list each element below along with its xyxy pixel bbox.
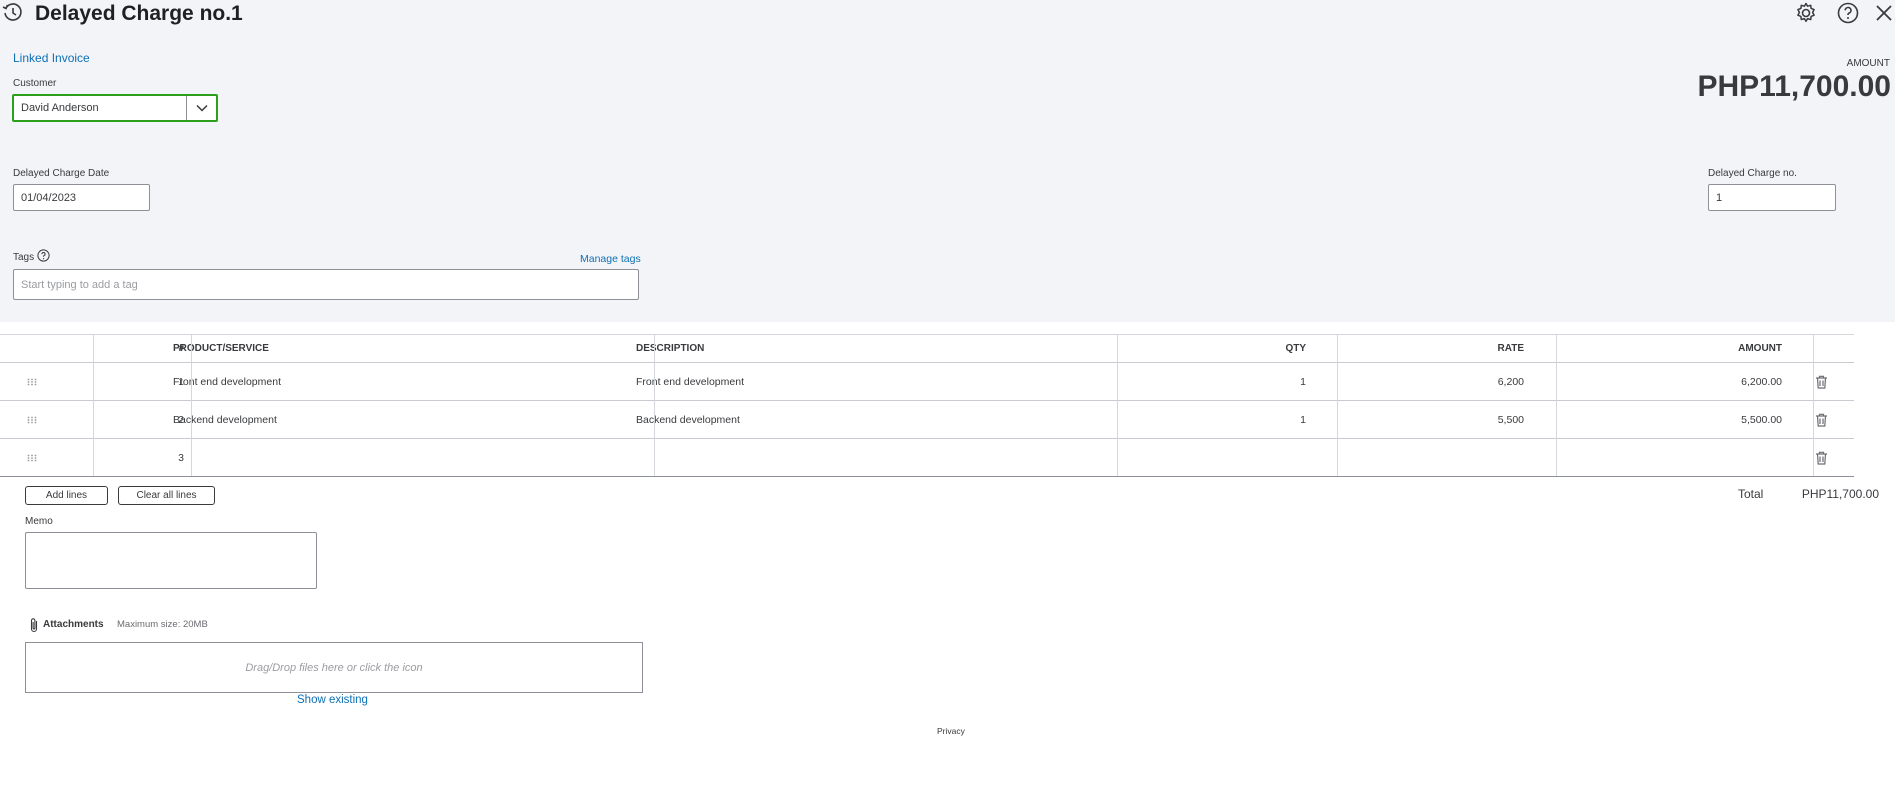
charge-no-input[interactable]: 1: [1708, 184, 1836, 211]
attachments-max-size: Maximum size: 20MB: [117, 619, 208, 630]
row-product[interactable]: Front end development: [173, 363, 623, 400]
delayed-charge-clock-icon: [2, 3, 22, 21]
row-rate[interactable]: 6,200: [1320, 363, 1524, 400]
row-num: 2: [178, 413, 184, 426]
charge-no-label: Delayed Charge no.: [1708, 168, 1797, 179]
column-divider: [93, 334, 94, 476]
clear-all-lines-button[interactable]: Clear all lines: [118, 486, 215, 505]
privacy-link[interactable]: Privacy: [937, 726, 965, 736]
customer-select[interactable]: David Anderson: [12, 94, 218, 122]
close-icon[interactable]: [1872, 1, 1895, 25]
table-row[interactable]: 3: [0, 439, 1854, 477]
trash-icon: [1816, 375, 1827, 389]
drag-handle[interactable]: [27, 363, 39, 400]
trash-icon: [1816, 451, 1827, 465]
date-input[interactable]: 01/04/2023: [13, 184, 150, 211]
col-header-num: #: [178, 343, 184, 354]
col-header-product: PRODUCT/SERVICE: [173, 343, 269, 354]
row-amount[interactable]: [1540, 439, 1782, 476]
total-label: Total: [1738, 487, 1764, 501]
row-amount[interactable]: 6,200.00: [1540, 363, 1782, 400]
customer-value[interactable]: David Anderson: [14, 102, 186, 114]
column-divider: [1556, 334, 1557, 476]
col-header-rate: RATE: [1497, 343, 1524, 354]
page-title: Delayed Charge no.1: [35, 2, 243, 25]
drag-handle[interactable]: [27, 401, 39, 438]
chevron-down-icon: [195, 104, 208, 112]
row-description[interactable]: Backend development: [636, 401, 1086, 438]
row-product[interactable]: [173, 439, 623, 476]
customer-dropdown-toggle[interactable]: [186, 96, 216, 120]
row-num: 3: [178, 451, 184, 464]
col-header-amount: AMOUNT: [1738, 343, 1782, 354]
row-amount[interactable]: 5,500.00: [1540, 401, 1782, 438]
amount-label: AMOUNT: [1846, 58, 1890, 69]
help-icon[interactable]: [1836, 1, 1860, 25]
row-num: 1: [178, 375, 184, 388]
add-lines-button[interactable]: Add lines: [25, 486, 108, 505]
drag-handle-icon: [27, 416, 37, 423]
delete-row-button[interactable]: [1815, 363, 1831, 400]
table-row[interactable]: 2 Backend development Backend developmen…: [0, 401, 1854, 439]
col-header-qty: QTY: [1285, 343, 1306, 354]
delete-row-button[interactable]: [1815, 401, 1831, 438]
column-divider: [191, 334, 192, 476]
amount-value: PHP11,700.00: [1697, 70, 1892, 103]
show-existing-link[interactable]: Show existing: [297, 694, 368, 706]
drag-handle-icon: [27, 378, 37, 385]
table-row[interactable]: 1 Front end development Front end develo…: [0, 363, 1854, 401]
row-qty[interactable]: [1100, 439, 1306, 476]
row-qty[interactable]: 1: [1100, 363, 1306, 400]
column-divider: [1813, 334, 1814, 476]
row-rate[interactable]: [1320, 439, 1524, 476]
paperclip-icon: [30, 618, 38, 633]
drag-handle-icon: [27, 454, 37, 461]
customer-label: Customer: [13, 78, 57, 89]
tags-label: Tags: [13, 252, 35, 263]
date-label: Delayed Charge Date: [13, 168, 110, 179]
tags-input[interactable]: Start typing to add a tag: [13, 269, 639, 300]
memo-label: Memo: [25, 516, 53, 527]
delete-row-button[interactable]: [1815, 439, 1831, 476]
manage-tags-link[interactable]: Manage tags: [580, 253, 641, 265]
row-qty[interactable]: 1: [1100, 401, 1306, 438]
row-description[interactable]: Front end development: [636, 363, 1086, 400]
drag-handle[interactable]: [27, 439, 39, 476]
total-value: PHP11,700.00: [1801, 487, 1879, 501]
row-description[interactable]: [636, 439, 1086, 476]
memo-textarea[interactable]: [25, 532, 317, 589]
trash-icon: [1816, 413, 1827, 427]
tags-placeholder: Start typing to add a tag: [21, 278, 138, 291]
row-rate[interactable]: 5,500: [1320, 401, 1524, 438]
col-header-description: DESCRIPTION: [636, 343, 705, 354]
dropzone-text: Drag/Drop files here or click the icon: [245, 661, 423, 674]
table-header-row: # PRODUCT/SERVICE DESCRIPTION QTY RATE A…: [0, 334, 1854, 363]
attachments-dropzone[interactable]: Drag/Drop files here or click the icon: [25, 642, 643, 693]
column-divider: [1117, 334, 1118, 476]
column-divider: [654, 334, 655, 476]
gear-icon[interactable]: [1794, 1, 1818, 25]
attachments-label: Attachments: [43, 619, 104, 630]
column-divider: [1337, 334, 1338, 476]
tags-info-icon[interactable]: [37, 249, 50, 262]
row-product[interactable]: Backend development: [173, 401, 623, 438]
linked-invoice-link[interactable]: Linked Invoice: [13, 51, 90, 65]
